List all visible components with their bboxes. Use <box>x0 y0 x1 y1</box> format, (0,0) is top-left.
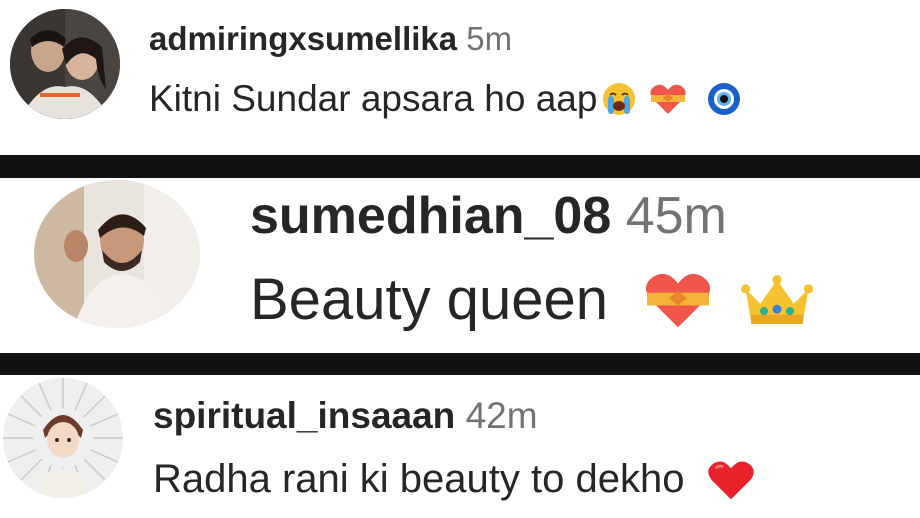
username[interactable]: spiritual_insaaan <box>153 395 455 436</box>
loudly-crying-face-icon <box>601 81 637 117</box>
username[interactable]: admiringxsumellika <box>149 20 457 57</box>
username[interactable]: sumedhian_08 <box>250 187 611 245</box>
avatar[interactable] <box>34 180 200 328</box>
comment-header: spiritual_insaaan 42m <box>153 395 538 437</box>
crown-icon <box>740 270 814 330</box>
timestamp[interactable]: 42m <box>466 395 538 436</box>
red-heart-icon <box>706 458 756 502</box>
timestamp[interactable]: 45m <box>626 187 727 245</box>
comment-header: admiringxsumellika 5m <box>149 20 512 58</box>
comment-text: Radha rani ki beauty to dekho <box>153 457 685 501</box>
divider <box>0 155 920 178</box>
comment-item: spiritual_insaaan 42m Radha rani ki beau… <box>0 375 920 518</box>
divider <box>0 353 920 375</box>
comment-body: Radha rani ki beauty to dekho <box>153 457 756 502</box>
comment-header: sumedhian_08 45m <box>250 186 727 246</box>
comment-item: sumedhian_08 45m Beauty queen <box>0 178 920 353</box>
comment-body: Kitni Sundar apsara ho aap <box>149 78 741 120</box>
avatar[interactable] <box>3 378 123 498</box>
comment-item: admiringxsumellika 5m Kitni Sundar apsar… <box>0 0 920 155</box>
comment-body: Beauty queen <box>250 266 814 333</box>
comment-text: Beauty queen <box>250 267 608 332</box>
avatar[interactable] <box>10 9 120 119</box>
timestamp[interactable]: 5m <box>466 20 512 57</box>
heart-with-ribbon-icon <box>649 82 687 116</box>
nazar-amulet-icon <box>707 82 741 116</box>
heart-with-ribbon-icon <box>642 269 714 331</box>
comment-text: Kitni Sundar apsara ho aap <box>149 78 598 119</box>
